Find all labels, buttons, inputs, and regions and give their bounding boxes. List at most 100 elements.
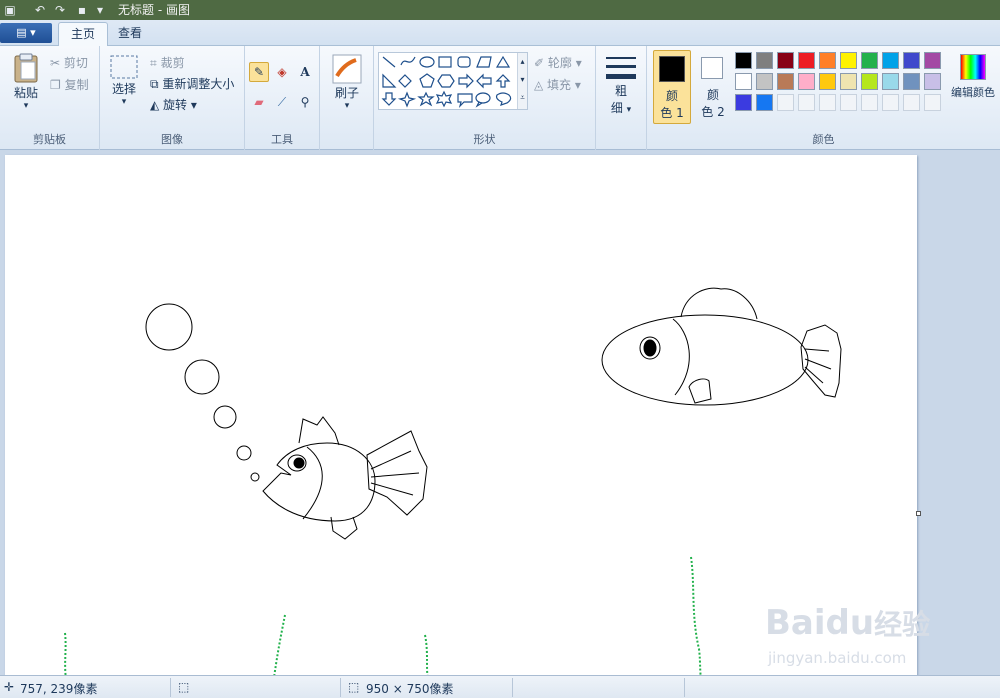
outline-button[interactable]: ✐ 轮廓 ▾ [534,54,582,71]
select-dropdown-icon[interactable]: ▾ [106,97,142,107]
brushes-button[interactable]: 刷子 ▾ [330,54,364,111]
palette-color-swatch[interactable] [735,94,752,111]
palette-empty-slot[interactable] [903,94,920,111]
select-icon [110,55,138,79]
text-icon: A [300,65,310,79]
tab-home[interactable]: 主页 [58,22,109,46]
text-tool[interactable]: A [295,62,315,82]
status-divider [340,678,341,697]
paste-icon [14,53,38,83]
large-fish [601,287,842,406]
watermark-brand: Baidu经验 [765,603,931,643]
drawing-canvas[interactable] [5,155,917,675]
palette-color-swatch[interactable] [756,94,773,111]
rotate-button[interactable]: ◭ 旋转 ▾ [150,96,197,113]
palette-color-swatch[interactable] [882,73,899,90]
pencil-icon: ✎ [253,65,265,79]
color-2-button[interactable]: 颜 色 2 [695,50,731,124]
colors-group-label: 颜色 [812,133,835,146]
palette-color-swatch[interactable] [777,73,794,90]
palette-color-swatch[interactable] [777,52,794,69]
palette-color-swatch[interactable] [798,73,815,90]
copy-button[interactable]: ❐ 复制 [50,76,89,93]
fill-button[interactable]: ◬ 填充 ▾ [534,76,581,93]
customize-quick-access-icon[interactable]: ▾ [92,2,108,18]
pencil-tool[interactable]: ✎ [249,62,269,82]
palette-empty-slot[interactable] [819,94,836,111]
palette-color-swatch[interactable] [756,52,773,69]
palette-color-swatch[interactable] [756,73,773,90]
palette-color-swatch[interactable] [798,52,815,69]
palette-color-swatch[interactable] [924,73,941,90]
palette-color-swatch[interactable] [882,52,899,69]
palette-color-swatch[interactable] [735,52,752,69]
palette-color-swatch[interactable] [819,73,836,90]
shapes-gallery-icons [381,55,512,108]
save-icon[interactable]: ▪ [74,2,90,18]
palette-empty-slot[interactable] [840,94,857,111]
palette-empty-slot[interactable] [882,94,899,111]
palette-empty-slot[interactable] [924,94,941,111]
color-1-button[interactable]: 颜 色 1 [653,50,691,124]
status-divider [684,678,685,697]
palette-color-swatch[interactable] [840,73,857,90]
color-1-label-a: 颜 [665,89,678,103]
paint-menu-button[interactable]: ▤ ▾ [0,23,52,43]
color-1-swatch [659,56,685,82]
color-2-label-b: 色 2 [701,105,725,119]
palette-color-swatch[interactable] [861,73,878,90]
shapes-group: ▴ ▾ ⩡ ✐ 轮廓 ▾ ◬ 填充 ▾ 形状 [374,46,596,150]
brush-icon [332,54,362,84]
size-button[interactable]: 粗 细 ▾ [602,54,640,116]
canvas-area: Baidu经验 jingyan.baidu.com [0,151,1000,675]
edit-colors-button[interactable]: 编辑颜色 [945,54,1000,100]
palette-color-swatch[interactable] [840,52,857,69]
eraser-icon: ▰ [254,95,264,109]
palette-color-swatch[interactable] [903,73,920,90]
magnifier-tool[interactable]: ⚲ [295,92,315,112]
undo-icon[interactable]: ↶ [32,2,48,18]
image-size: 950 × 750像素 [366,682,454,696]
brushes-dropdown-icon[interactable]: ▾ [330,101,364,111]
magnifier-icon: ⚲ [300,95,310,109]
shapes-group-label: 形状 [473,133,496,146]
tab-view[interactable]: 查看 [106,22,154,46]
color-picker-tool[interactable]: ⟋ [272,92,292,112]
palette-color-swatch[interactable] [903,52,920,69]
resize-button[interactable]: ⧉ 重新调整大小 [150,75,234,92]
eraser-tool[interactable]: ▰ [249,92,269,112]
paste-button[interactable]: 粘贴 ▾ [6,52,46,111]
cut-button[interactable]: ✂ 剪切 [50,54,88,71]
shapes-gallery[interactable]: ▴ ▾ ⩡ [378,52,528,110]
watermark-url: jingyan.baidu.com [768,649,907,667]
image-group-label: 图像 [161,133,183,146]
select-button[interactable]: 选择 ▾ [106,54,142,107]
bubbles [145,303,260,482]
palette-empty-slot[interactable] [777,94,794,111]
status-divider [170,678,171,697]
status-bar: ✛ 757, 239像素 ⬚ ⬚ 950 × 750像素 [0,675,1000,698]
palette-color-swatch[interactable] [819,52,836,69]
shapes-scroll[interactable]: ▴ ▾ ⩡ [517,53,527,109]
palette-color-swatch[interactable] [735,73,752,90]
fill-tool[interactable]: ◈ [272,62,292,82]
redo-icon[interactable]: ↷ [52,2,68,18]
size-label-1: 粗 [614,84,627,98]
fill-bucket-icon: ◈ [277,65,287,79]
window-title: 无标题 - 画图 [118,3,190,17]
clipboard-group-label: 剪贴板 [33,133,66,146]
palette-color-swatch[interactable] [924,52,941,69]
cursor-position: 757, 239像素 [20,682,98,696]
paste-dropdown-icon[interactable]: ▾ [6,101,46,111]
brushes-label: 刷子 [334,86,359,100]
resize-icon: ⧉ [150,77,163,91]
canvas-resize-handle[interactable] [916,511,921,516]
palette-color-swatch[interactable] [861,52,878,69]
palette-empty-slot[interactable] [861,94,878,111]
palette-empty-slot[interactable] [798,94,815,111]
crop-button[interactable]: ⌗ 裁剪 [150,54,185,71]
tools-group-label: 工具 [271,133,293,146]
image-size-icon: ⬚ [348,680,360,694]
drawing [64,287,842,675]
paint-app-icon[interactable]: ▣ [2,2,18,18]
